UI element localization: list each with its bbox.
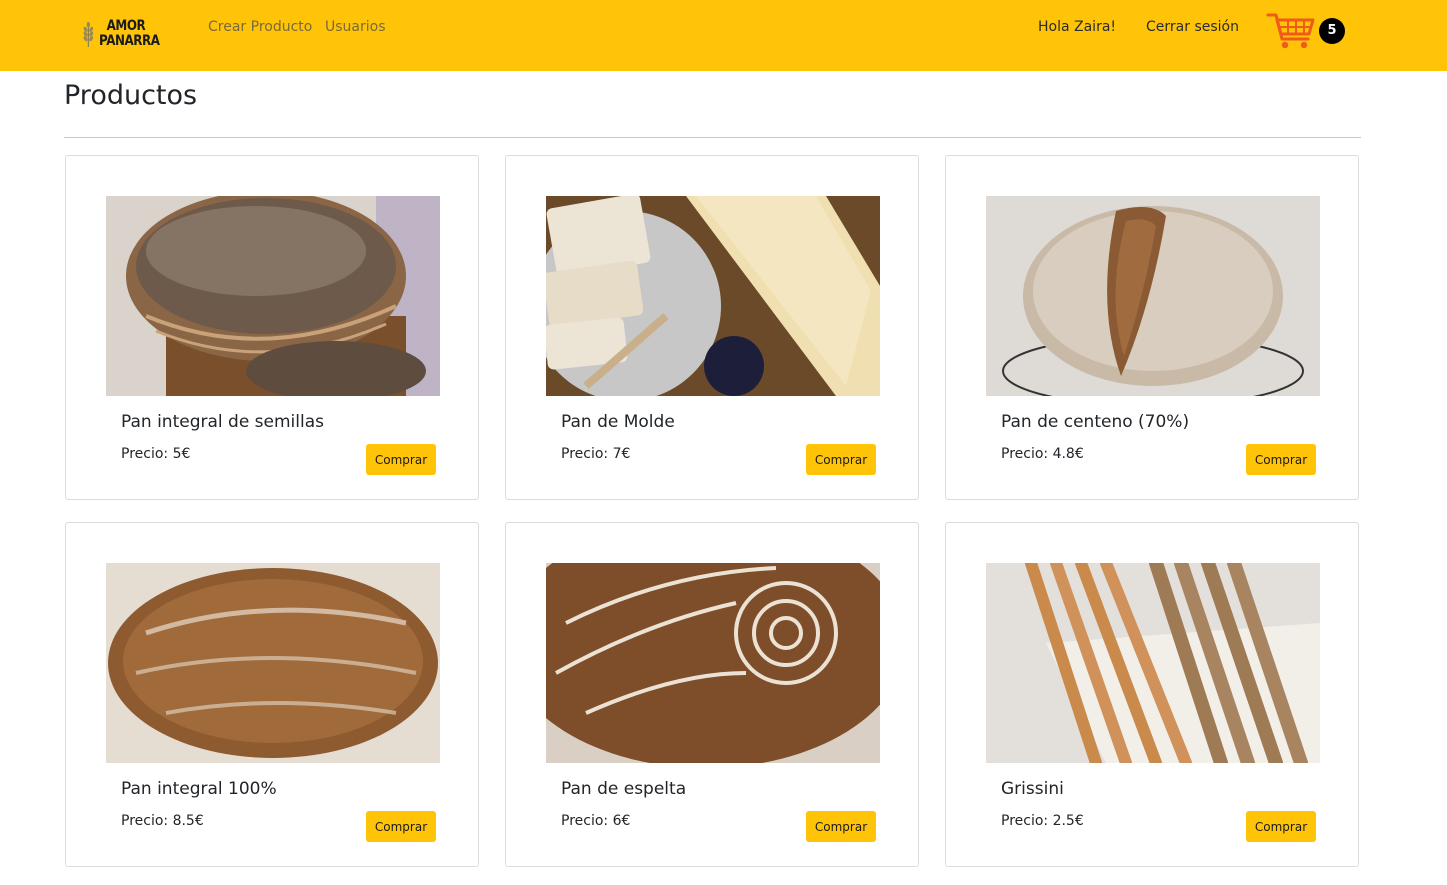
cart-count-badge: 5 [1319,18,1345,44]
product-image[interactable] [986,563,1320,763]
brand-logo[interactable]: AMOR PANARRA [80,14,170,54]
product-image[interactable] [546,196,880,396]
logout-link[interactable]: Cerrar sesión [1146,19,1239,35]
product-card: Pan de espelta Precio: 6€ Comprar [505,522,919,867]
product-card: Grissini Precio: 2.5€ Comprar [945,522,1359,867]
buy-button[interactable]: Comprar [806,811,876,842]
shopping-cart-icon[interactable] [1266,11,1316,51]
product-image[interactable] [986,196,1320,396]
nav-link-usuarios[interactable]: Usuarios [325,19,386,35]
product-image[interactable] [106,563,440,763]
product-price: Precio: 8.5€ [121,813,204,829]
buy-button[interactable]: Comprar [366,811,436,842]
product-name: Pan de espelta [561,779,687,799]
nav-link-crear-producto[interactable]: Crear Producto [208,19,312,35]
wheat-logo-icon [83,21,94,48]
title-divider [64,137,1361,138]
product-image[interactable] [106,196,440,396]
product-name: Grissini [1001,779,1064,799]
buy-button[interactable]: Comprar [806,444,876,475]
product-name: Pan integral de semillas [121,412,325,432]
buy-button[interactable]: Comprar [1246,811,1316,842]
buy-button[interactable]: Comprar [366,444,436,475]
product-card: Pan de Molde Precio: 7€ Comprar [505,155,919,500]
product-price: Precio: 5€ [121,446,191,462]
product-card: Pan de centeno (70%) Precio: 4.8€ Compra… [945,155,1359,500]
product-price: Precio: 7€ [561,446,631,462]
product-name: Pan integral 100% [121,779,277,799]
brand-line-2: PANARRA [98,33,160,49]
brand-name: AMOR PANARRA [99,19,160,49]
buy-button[interactable]: Comprar [1246,444,1316,475]
navbar: AMOR PANARRA Crear Producto Usuarios Hol… [0,0,1447,71]
product-price: Precio: 6€ [561,813,631,829]
product-price: Precio: 4.8€ [1001,446,1084,462]
product-card: Pan integral de semillas Precio: 5€ Comp… [65,155,479,500]
product-card: Pan integral 100% Precio: 8.5€ Comprar [65,522,479,867]
brand-line-1: AMOR [106,18,146,34]
product-price: Precio: 2.5€ [1001,813,1084,829]
user-greeting: Hola Zaira! [1038,19,1117,35]
product-name: Pan de Molde [561,412,675,432]
page-title: Productos [64,80,198,111]
product-image[interactable] [546,563,880,763]
product-name: Pan de centeno (70%) [1001,412,1190,432]
